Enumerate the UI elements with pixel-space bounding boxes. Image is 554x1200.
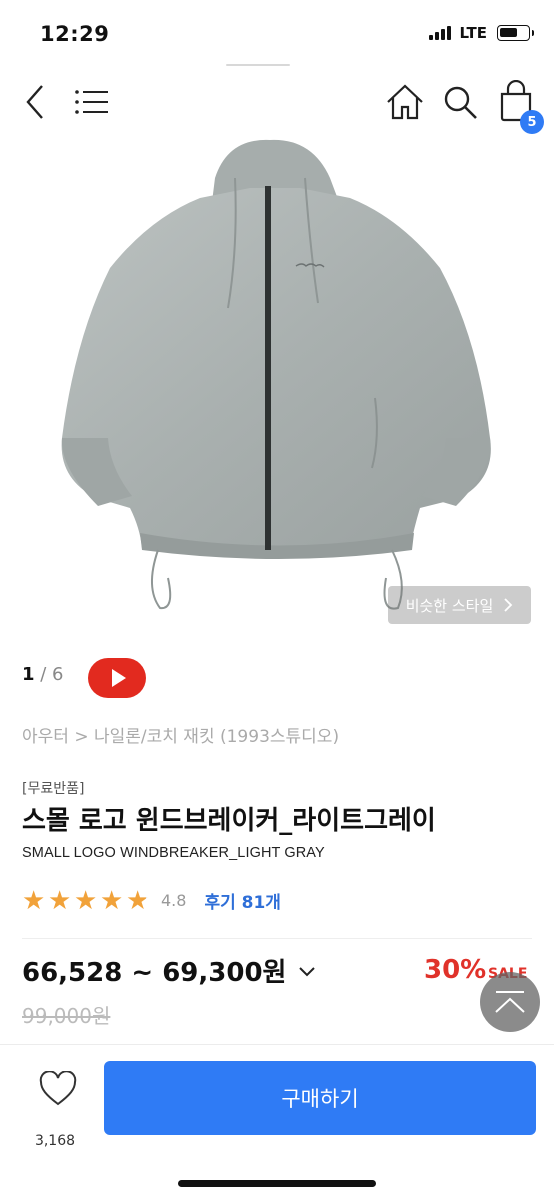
home-icon: [387, 84, 423, 120]
similar-style-label: 비슷한 스타일: [405, 596, 494, 615]
chevron-down-icon[interactable]: [298, 962, 316, 980]
like-button[interactable]: 3,168: [30, 1069, 80, 1149]
search-icon: [444, 86, 477, 119]
divider: [22, 938, 532, 939]
back-icon: [26, 85, 43, 119]
breadcrumb[interactable]: 아우터 > 나일론/코치 재킷 (1993스튜디오): [22, 722, 339, 747]
product-subtitle: SMALL LOGO WINDBREAKER_LIGHT GRAY: [22, 845, 325, 861]
star-icon: ★: [126, 885, 150, 916]
cart-count-badge: 5: [520, 110, 544, 134]
rating-row: ★ ★ ★ ★ ★ 4.8 후기 81개: [22, 885, 281, 916]
star-icon: ★: [48, 885, 72, 916]
star-icon: ★: [100, 885, 124, 916]
buy-button[interactable]: 구매하기: [104, 1061, 536, 1135]
product-title: 스몰 로고 윈드브레이커_라이트그레이: [22, 806, 436, 836]
cart-button[interactable]: 5: [496, 79, 546, 134]
discount-rate: 30%: [424, 955, 487, 985]
rating-stars: ★ ★ ★ ★ ★: [22, 885, 151, 916]
search-button[interactable]: [440, 82, 480, 122]
divider: [226, 64, 290, 66]
home-button[interactable]: [385, 82, 425, 122]
bottom-action-bar: 3,168 구매하기: [0, 1044, 554, 1200]
star-icon: ★: [22, 885, 46, 916]
home-indicator: [178, 1180, 376, 1187]
video-play-button[interactable]: [88, 658, 146, 698]
review-link[interactable]: 후기 81개: [204, 888, 281, 913]
chevron-up-icon: [495, 991, 525, 1013]
price-range: 66,528 ~ 69,300원: [22, 958, 287, 988]
chevron-right-icon: [504, 598, 513, 612]
status-indicators: LTE: [429, 24, 534, 42]
product-image[interactable]: [0, 138, 554, 638]
price-row[interactable]: 66,528 ~ 69,300원: [22, 952, 316, 989]
similar-style-button[interactable]: 비슷한 스타일: [388, 586, 531, 624]
like-count: 3,168: [34, 1133, 76, 1149]
free-return-tag: [무료반품]: [22, 781, 85, 797]
star-icon: ★: [74, 885, 98, 916]
rating-value: 4.8: [161, 891, 187, 910]
status-bar: 12:29 LTE: [0, 0, 554, 64]
menu-icon: [75, 90, 108, 114]
pager-total: / 6: [34, 664, 64, 685]
top-nav: 5: [0, 72, 554, 134]
network-label: LTE: [459, 24, 487, 42]
pager-current: 1: [22, 664, 35, 685]
jacket-image: [61, 139, 491, 610]
status-time: 12:29: [40, 22, 110, 46]
back-button[interactable]: [18, 82, 54, 122]
battery-icon: [497, 25, 534, 41]
menu-button[interactable]: [74, 86, 112, 118]
original-price: 99,000원: [22, 1004, 111, 1028]
signal-icon: [429, 26, 452, 40]
heart-icon: [39, 1070, 76, 1106]
scroll-top-button[interactable]: [480, 972, 540, 1032]
image-pager: 1 / 6: [22, 664, 64, 685]
